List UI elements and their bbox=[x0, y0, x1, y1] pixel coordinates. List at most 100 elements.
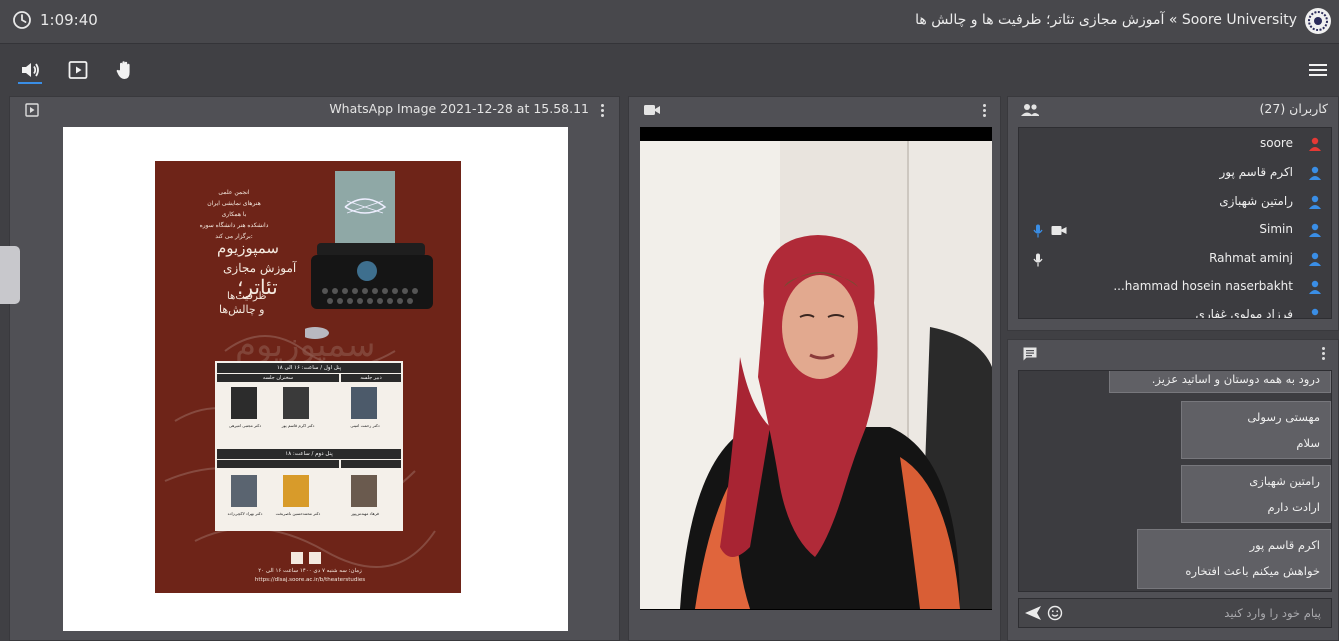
university-logo bbox=[1305, 8, 1331, 34]
poster-org-line: انجمن علمی bbox=[218, 189, 250, 196]
chat-message: اکرم قاسم پور خواهش میکنم باعث افتخاره bbox=[1137, 529, 1331, 589]
chat-panel: درود به همه دوستان و اساتید عزیز. مهستی … bbox=[1007, 339, 1339, 641]
speaker-name: دکتر مجتبی امیرهی bbox=[228, 423, 262, 428]
poster-logos bbox=[291, 552, 321, 564]
user-name: soore bbox=[1260, 136, 1293, 150]
poster-footer-link: https://dlsaj.soore.ac.ir/b/theaterstudi… bbox=[254, 577, 366, 583]
speaker-name: دکتر رحمت امینی bbox=[350, 423, 380, 428]
emoji-icon[interactable] bbox=[1047, 605, 1063, 621]
audio-active-indicator bbox=[18, 82, 42, 84]
speaker-photo bbox=[231, 387, 257, 419]
speaker-name: فرهاد مهندس‌پور bbox=[351, 511, 379, 516]
video-camera-icon bbox=[644, 105, 660, 115]
poster-org-line: با همکاری bbox=[221, 211, 247, 218]
chat-message-sender: رامتین شهبازی bbox=[1249, 474, 1320, 488]
user-item[interactable]: رامتین شهبازی bbox=[1019, 188, 1331, 216]
user-icon bbox=[1309, 166, 1321, 180]
chat-input[interactable]: پیام خود را وارد کنید bbox=[1018, 598, 1332, 628]
user-name: اکرم قاسم پور bbox=[1219, 165, 1294, 179]
user-icon bbox=[1311, 308, 1319, 316]
user-name: فرزاد مولوی غفاری bbox=[1195, 307, 1293, 319]
presentation-slide: سمپوزیوم انجمن علمی هنرهای نمایشی ایران … bbox=[63, 127, 568, 631]
screen-share-icon[interactable] bbox=[67, 59, 89, 81]
chat-message-body: سلام bbox=[1296, 436, 1320, 450]
user-name: رامتین شهبازی bbox=[1219, 194, 1293, 208]
presentation-options-icon[interactable] bbox=[601, 103, 605, 119]
menu-icon[interactable] bbox=[1307, 59, 1329, 81]
webcam-options-icon[interactable] bbox=[983, 103, 987, 119]
poster-headline: ظرفیت‌ها bbox=[227, 291, 267, 302]
chat-message-sender: اکرم قاسم پور bbox=[1249, 538, 1320, 552]
user-name: Rahmat aminj bbox=[1209, 251, 1293, 265]
user-item[interactable]: فرزاد مولوی غفاری bbox=[1019, 301, 1331, 319]
microphone-icon bbox=[1033, 253, 1043, 267]
poster-headline: آموزش مجازی bbox=[223, 261, 297, 275]
chat-message-sender: مهستی رسولی bbox=[1247, 410, 1320, 424]
session-header: پنل اول / ساعت: ۱۶ الی ۱۸ bbox=[217, 363, 401, 373]
chat-message-body: ارادت دارم bbox=[1267, 500, 1320, 514]
chat-options-icon[interactable] bbox=[1322, 346, 1326, 362]
poster-headline: سمپوزیوم bbox=[217, 239, 279, 257]
chat-input-placeholder: پیام خود را وارد کنید bbox=[1224, 606, 1321, 620]
user-item[interactable]: Simin bbox=[1019, 216, 1331, 244]
poster-org-line: هنرهای نمایشی ایران bbox=[207, 200, 261, 207]
program-table: پنل اول / ساعت: ۱۶ الی ۱۸ دبیر جلسه سخنر… bbox=[215, 361, 403, 531]
session-header: پنل دوم / ساعت: ۱۸ bbox=[217, 449, 401, 459]
meeting-title: Soore University » آموزش مجازی تئاتر؛ ظر… bbox=[915, 12, 1297, 28]
users-list: soore اکرم قاسم پور رامتین شهبازی Simin … bbox=[1018, 127, 1332, 319]
speaker-photo bbox=[283, 387, 309, 419]
chat-message-body: خواهش میکنم باعث افتخاره bbox=[1185, 564, 1320, 578]
speaker-name: دکتر محمدحسین ناصربخت bbox=[275, 511, 321, 516]
poster-headline: و چالش‌ها bbox=[219, 303, 265, 316]
user-icon bbox=[1309, 223, 1321, 237]
column-chair: دبیر جلسه bbox=[341, 374, 401, 382]
user-item[interactable]: اکرم قاسم پور bbox=[1019, 159, 1331, 187]
presentation-panel: WhatsApp Image 2021-12-28 at 15.58.11 سم… bbox=[9, 96, 620, 641]
moderator-user-icon bbox=[1309, 137, 1321, 151]
chat-message: مهستی رسولی سلام bbox=[1181, 401, 1331, 459]
user-item[interactable]: soore bbox=[1019, 130, 1331, 158]
speaker-name: دکتر اکرم قاسم پور bbox=[281, 423, 315, 428]
speaker-photo bbox=[231, 475, 257, 507]
sidebar-toggle-handle[interactable] bbox=[0, 246, 20, 304]
chat-message-body: درود به همه دوستان و اساتید عزیز. bbox=[1151, 372, 1320, 386]
webcam-video-image bbox=[640, 127, 992, 609]
chat-message: رامتین شهبازی ارادت دارم bbox=[1181, 465, 1331, 523]
speaker-photo bbox=[351, 475, 377, 507]
webcam-video bbox=[640, 127, 992, 610]
top-bar: 1:09:40 Soore University » آموزش مجازی ت… bbox=[0, 0, 1339, 44]
presentation-title: WhatsApp Image 2021-12-28 at 15.58.11 bbox=[329, 101, 589, 116]
speaker-photo bbox=[351, 387, 377, 419]
chat-message: درود به همه دوستان و اساتید عزیز. bbox=[1109, 371, 1331, 393]
user-icon bbox=[1309, 280, 1321, 294]
clock-icon bbox=[13, 11, 31, 29]
user-name: ...hammad hosein naserbakht bbox=[1113, 279, 1293, 293]
session-timer: 1:09:40 bbox=[40, 11, 98, 29]
users-icon bbox=[1021, 104, 1039, 116]
user-icon bbox=[1309, 252, 1321, 266]
column-speakers-bar bbox=[217, 460, 339, 468]
typewriter-illustration bbox=[305, 171, 433, 339]
user-item[interactable]: Rahmat aminj bbox=[1019, 245, 1331, 273]
toolbar bbox=[0, 45, 1339, 93]
user-name: Simin bbox=[1259, 222, 1293, 236]
column-speakers: سخنران جلسه bbox=[217, 374, 339, 382]
poster-footer-date: زمان: سه شنبه ۷ دی ۱۴۰۰ ساعت ۱۶ الی ۲۰ bbox=[258, 568, 362, 574]
users-count-header: کاربران (27) bbox=[1259, 101, 1328, 116]
chat-icon bbox=[1023, 347, 1037, 361]
speaker-name: دکتر بهراد لاکچی‌زاده bbox=[227, 511, 263, 516]
speaker-photo bbox=[283, 475, 309, 507]
send-icon[interactable] bbox=[1024, 605, 1042, 621]
presentation-icon bbox=[25, 103, 39, 117]
user-item[interactable]: ...hammad hosein naserbakht bbox=[1019, 273, 1331, 301]
microphone-icon bbox=[1033, 224, 1043, 238]
speaker-icon[interactable] bbox=[19, 59, 41, 81]
poster-org-line: دانشکده هنر دانشگاه سوره bbox=[199, 222, 269, 229]
chat-messages: درود به همه دوستان و اساتید عزیز. مهستی … bbox=[1018, 370, 1332, 592]
webcam-on-icon bbox=[1051, 226, 1067, 235]
users-panel: کاربران (27) soore اکرم قاسم پور رامتین … bbox=[1007, 96, 1339, 331]
symposium-poster: سمپوزیوم انجمن علمی هنرهای نمایشی ایران … bbox=[155, 161, 461, 593]
webcam-panel bbox=[628, 96, 1001, 641]
user-icon bbox=[1309, 195, 1321, 209]
raise-hand-icon[interactable] bbox=[114, 59, 136, 81]
